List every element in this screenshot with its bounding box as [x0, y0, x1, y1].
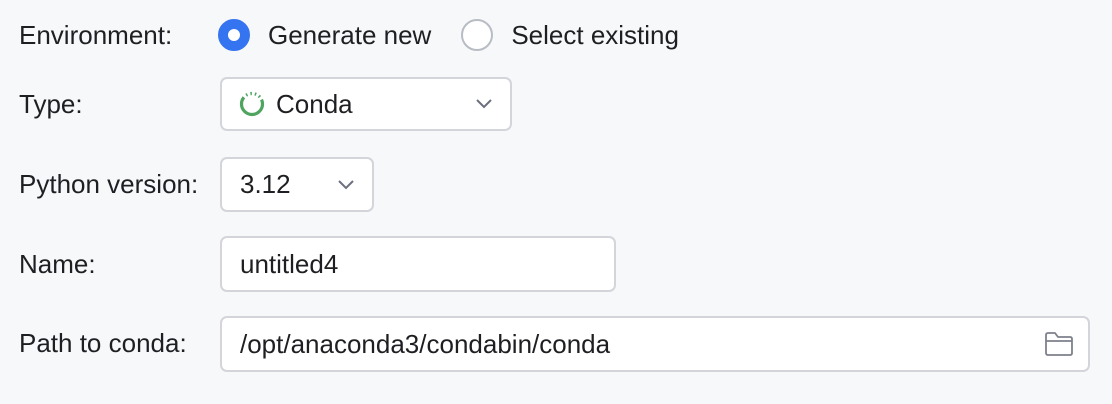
path-to-conda-input[interactable]: /opt/anaconda3/condabin/conda — [220, 316, 1090, 372]
select-existing-label[interactable]: Select existing — [511, 20, 679, 51]
generate-new-radio[interactable]: Generate new — [218, 19, 431, 51]
type-value: Conda — [276, 88, 353, 119]
select-existing-radio[interactable]: Select existing — [461, 19, 679, 51]
name-input[interactable]: untitled4 — [220, 236, 616, 292]
conda-icon — [239, 91, 265, 117]
type-dropdown[interactable]: Conda — [220, 77, 512, 131]
chevron-down-icon — [338, 179, 354, 189]
environment-label: Environment: — [19, 20, 173, 50]
python-version-label: Python version: — [19, 169, 199, 199]
type-label: Type: — [19, 89, 83, 119]
python-version-value: 3.12 — [240, 169, 291, 199]
generate-new-label[interactable]: Generate new — [268, 20, 431, 51]
path-to-conda-label: Path to conda: — [19, 328, 187, 358]
radio-checked-icon[interactable] — [218, 19, 250, 51]
environment-radio-group: Generate new Select existing — [218, 18, 679, 52]
path-to-conda-value: /opt/anaconda3/condabin/conda — [240, 328, 611, 359]
python-version-dropdown[interactable]: 3.12 — [220, 157, 374, 212]
name-value: untitled4 — [240, 248, 339, 279]
name-label: Name: — [19, 249, 96, 279]
radio-unchecked-icon[interactable] — [461, 19, 494, 51]
folder-icon[interactable] — [1044, 331, 1074, 357]
chevron-down-icon — [476, 99, 492, 109]
